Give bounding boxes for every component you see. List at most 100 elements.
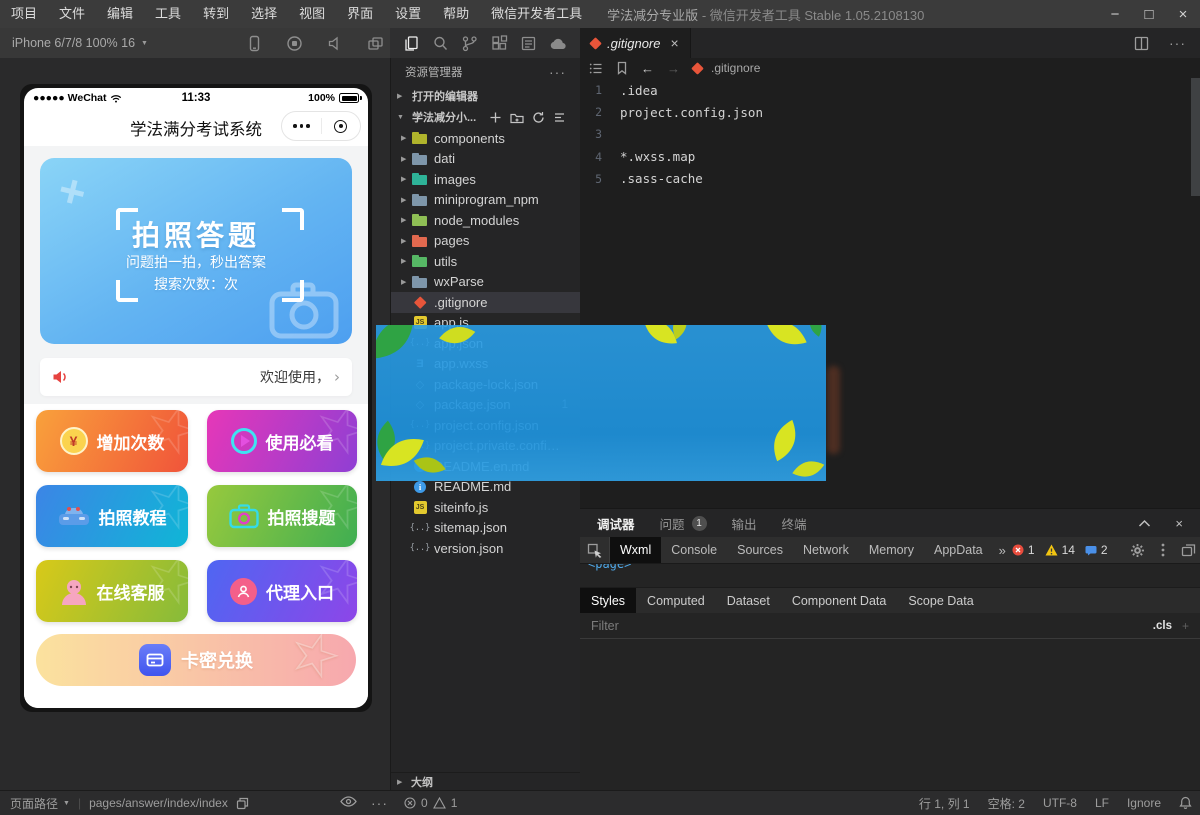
split-editor-icon[interactable]: [1134, 36, 1149, 51]
styles-tab[interactable]: Styles: [580, 588, 636, 613]
add-count-button[interactable]: ¥ 增加次数: [36, 410, 188, 472]
undock-icon[interactable]: [1181, 543, 1196, 557]
photo-tutorial-button[interactable]: 拍照教程: [36, 485, 188, 547]
tab-overflow-icon[interactable]: »: [993, 543, 1012, 558]
devtools-more-icon[interactable]: [1161, 543, 1165, 557]
menu-item[interactable]: 项目: [0, 0, 48, 28]
devtools-tab[interactable]: Console: [661, 537, 727, 563]
menu-item[interactable]: 界面: [336, 0, 384, 28]
file-tree-item[interactable]: ▶ miniprogram_npm: [391, 190, 580, 211]
menu-item[interactable]: 设置: [384, 0, 432, 28]
card-redeem-button[interactable]: 卡密兑换: [36, 634, 356, 686]
customer-service-button[interactable]: 在线客服: [36, 560, 188, 622]
debugger-tab[interactable]: 调试器: [597, 514, 635, 533]
multi-window-icon[interactable]: [367, 35, 384, 52]
devtools-settings-icon[interactable]: [1130, 543, 1145, 558]
page-path-selector[interactable]: 页面路径▼: [10, 795, 70, 812]
file-tree-item[interactable]: ▶ pages: [391, 231, 580, 252]
must-read-button[interactable]: 使用必看: [207, 410, 357, 472]
devtools-tab[interactable]: Wxml: [610, 537, 661, 563]
menu-item[interactable]: 文件: [48, 0, 96, 28]
photo-search-button[interactable]: 拍照搜题: [207, 485, 357, 547]
eol-type[interactable]: LF: [1095, 796, 1109, 810]
menu-item[interactable]: 编辑: [96, 0, 144, 28]
agent-entry-button[interactable]: 代理入口: [207, 560, 357, 622]
menu-item[interactable]: 帮助: [432, 0, 480, 28]
menu-item[interactable]: 视图: [288, 0, 336, 28]
styles-tab[interactable]: Scope Data: [897, 588, 984, 613]
device-selector[interactable]: iPhone 6/7/8 100% 16▼: [12, 28, 148, 58]
nav-back-icon[interactable]: ←: [641, 62, 654, 75]
minimize-button[interactable]: −: [1098, 0, 1132, 28]
collapse-panel-icon[interactable]: [1138, 519, 1151, 528]
more-actions-icon[interactable]: ···: [1169, 35, 1186, 51]
file-tree-item[interactable]: ▶ siteinfo.js: [391, 497, 580, 518]
close-panel-icon[interactable]: ×: [1175, 516, 1183, 531]
devtools-tab[interactable]: Network: [793, 537, 859, 563]
extensions-icon[interactable]: [491, 35, 508, 52]
file-tree-item[interactable]: ▶ components: [391, 128, 580, 149]
new-folder-icon[interactable]: [510, 111, 524, 124]
file-tree-item[interactable]: ▶ dati: [391, 149, 580, 170]
nav-forward-icon[interactable]: →: [667, 62, 680, 75]
filter-input[interactable]: Filter: [591, 619, 619, 633]
encoding[interactable]: UTF-8: [1043, 796, 1077, 810]
problems-summary[interactable]: 0 1: [404, 791, 457, 815]
toggle-class-button[interactable]: .cls: [1153, 620, 1172, 632]
outline-list-icon[interactable]: [589, 62, 603, 75]
status-more-icon[interactable]: ···: [371, 791, 388, 815]
wechat-capsule[interactable]: [281, 111, 361, 141]
search-icon[interactable]: [432, 35, 449, 52]
open-editors-section[interactable]: ▶打开的编辑器: [391, 86, 580, 106]
wxml-tag[interactable]: <page>: [588, 563, 631, 571]
maximize-button[interactable]: □: [1132, 0, 1166, 28]
record-icon[interactable]: [286, 35, 303, 52]
phone-icon[interactable]: [246, 35, 263, 52]
devtools-tab[interactable]: Sources: [727, 537, 793, 563]
styles-tab[interactable]: Dataset: [716, 588, 781, 613]
copy-path-icon[interactable]: [236, 797, 249, 810]
wxml-element-tree[interactable]: <page>: [580, 563, 1200, 587]
collapse-all-icon[interactable]: [553, 111, 566, 124]
tab-gitignore[interactable]: .gitignore ×: [580, 28, 691, 58]
close-button[interactable]: ×: [1166, 0, 1200, 28]
devtools-tab[interactable]: Memory: [859, 537, 924, 563]
eye-icon[interactable]: [340, 795, 357, 808]
file-tree-item[interactable]: ▶ .gitignore: [391, 292, 580, 313]
editor-scrollbar[interactable]: [1191, 78, 1200, 196]
photo-answer-card[interactable]: + 拍照答题 问题拍一拍，秒出答案 搜索次数：次: [40, 158, 352, 344]
project-section[interactable]: ▼学法减分小...: [391, 106, 580, 128]
language-mode[interactable]: Ignore: [1127, 796, 1161, 810]
style-filter-bar[interactable]: Filter .cls +: [580, 613, 1200, 639]
debugger-tab[interactable]: 终端: [782, 514, 807, 533]
file-tree-item[interactable]: ▶ images: [391, 169, 580, 190]
git-branch-icon[interactable]: [461, 35, 478, 52]
files-icon[interactable]: [403, 35, 420, 52]
file-tree-item[interactable]: ▶ wxParse: [391, 272, 580, 293]
notifications-bell-icon[interactable]: [1179, 796, 1192, 810]
menu-item[interactable]: 选择: [240, 0, 288, 28]
inspect-element-icon[interactable]: [580, 537, 610, 563]
menu-item[interactable]: 转到: [192, 0, 240, 28]
styles-tab[interactable]: Computed: [636, 588, 716, 613]
capsule-close-icon[interactable]: [322, 112, 361, 140]
refresh-icon[interactable]: [532, 111, 545, 124]
outline-section[interactable]: ▶大纲: [391, 772, 580, 790]
styles-tab[interactable]: Component Data: [781, 588, 898, 613]
devtools-tab[interactable]: AppData: [924, 537, 993, 563]
cursor-position[interactable]: 行 1, 列 1: [919, 795, 970, 812]
bookmark-icon[interactable]: [616, 61, 628, 75]
file-tree-item[interactable]: ▶ version.json: [391, 538, 580, 559]
explorer-more-icon[interactable]: ···: [549, 64, 566, 80]
menu-item[interactable]: 工具: [144, 0, 192, 28]
cloud-icon[interactable]: [549, 36, 567, 51]
close-icon[interactable]: ×: [670, 35, 678, 51]
file-tree-item[interactable]: ▶ node_modules: [391, 210, 580, 231]
notice-bar[interactable]: 欢迎使用， ›: [40, 358, 352, 396]
file-tree-item[interactable]: ▶ sitemap.json: [391, 518, 580, 539]
file-tree-item[interactable]: ▶ utils: [391, 251, 580, 272]
indentation[interactable]: 空格: 2: [988, 795, 1025, 812]
debugger-tab[interactable]: 问题 1: [660, 514, 707, 533]
debugger-tab[interactable]: 输出: [732, 514, 757, 533]
mute-icon[interactable]: [327, 35, 344, 52]
